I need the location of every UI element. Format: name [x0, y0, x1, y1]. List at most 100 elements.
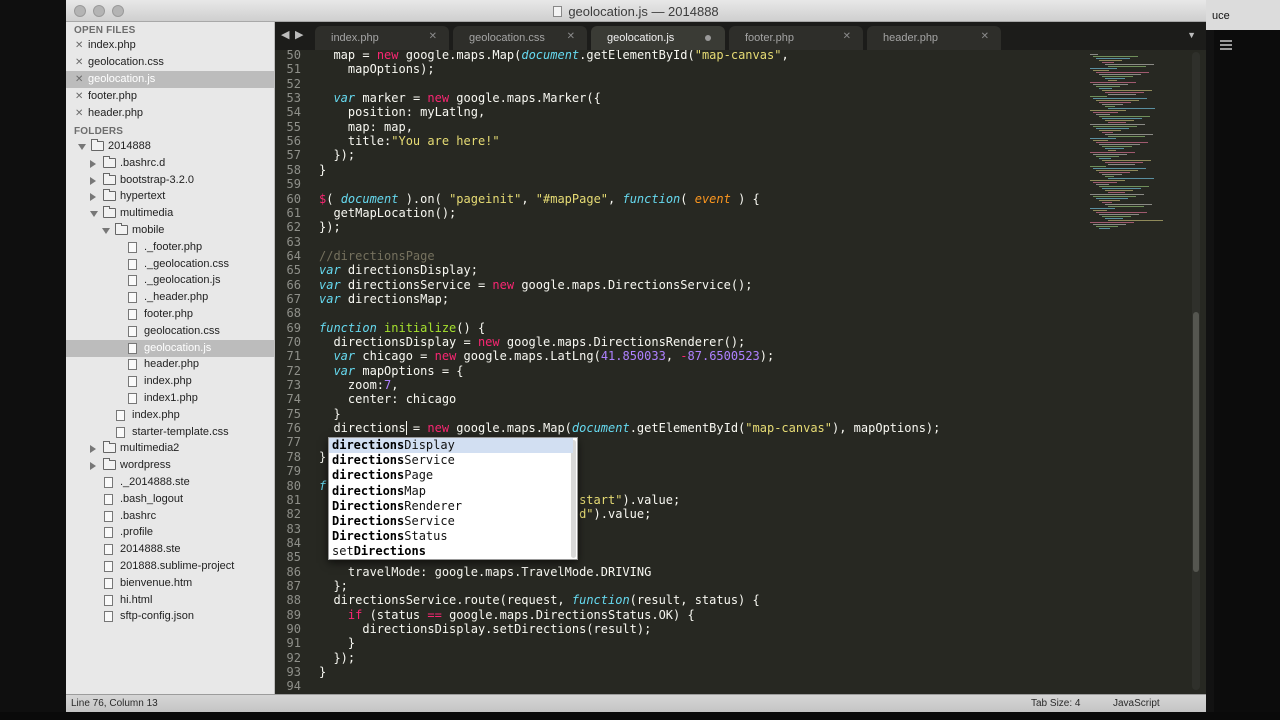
- code-line[interactable]: if (status == google.maps.DirectionsStat…: [319, 608, 695, 622]
- file-item[interactable]: 201888.sublime-project: [66, 558, 274, 575]
- open-file-item[interactable]: ✕ geolocation.css: [66, 54, 274, 71]
- disclosure-arrow-icon[interactable]: [90, 445, 96, 454]
- open-file-item[interactable]: ✕ header.php: [66, 105, 274, 122]
- disclosure-arrow-icon[interactable]: [102, 228, 110, 234]
- code-line[interactable]: f: [319, 479, 326, 493]
- code-line[interactable]: directions = new google.maps.Map(documen…: [319, 421, 940, 435]
- file-item[interactable]: hi.html: [66, 592, 274, 609]
- autocomplete-popup[interactable]: directionsDisplay directionsService direct…: [328, 437, 578, 560]
- folder-item[interactable]: mobile: [66, 222, 274, 239]
- code-line[interactable]: };: [319, 579, 347, 593]
- autocomplete-item[interactable]: DirectionsStatus: [329, 529, 573, 544]
- open-file-item[interactable]: ✕ index.php: [66, 37, 274, 54]
- disclosure-arrow-icon[interactable]: [90, 159, 96, 168]
- close-icon[interactable]: ✕: [75, 88, 83, 105]
- file-item[interactable]: geolocation.css: [66, 323, 274, 340]
- tab-geolocation-css[interactable]: geolocation.css ✕: [453, 26, 587, 50]
- disclosure-arrow-icon[interactable]: [90, 211, 98, 218]
- code-line[interactable]: }: [319, 636, 355, 650]
- file-item[interactable]: geolocation.js: [66, 339, 274, 357]
- file-item[interactable]: footer.php: [66, 306, 274, 323]
- file-item[interactable]: ._header.php: [66, 289, 274, 306]
- code-line[interactable]: zoom:7,: [319, 378, 399, 392]
- file-item[interactable]: index.php: [66, 407, 274, 424]
- code-line[interactable]: }: [319, 163, 326, 177]
- syntax-selector[interactable]: JavaScript: [1113, 698, 1160, 709]
- folder-item[interactable]: bootstrap-3.2.0: [66, 172, 274, 189]
- folder-item[interactable]: hypertext: [66, 188, 274, 205]
- close-icon[interactable]: ✕: [567, 31, 575, 42]
- tab-index-php[interactable]: index.php ✕: [315, 26, 449, 50]
- scrollbar-thumb[interactable]: [1193, 312, 1199, 572]
- autocomplete-item[interactable]: directionsPage: [329, 468, 573, 483]
- code-line[interactable]: var directionsDisplay;: [319, 263, 478, 277]
- autocomplete-item[interactable]: DirectionsService: [329, 514, 573, 529]
- file-item[interactable]: ._geolocation.css: [66, 256, 274, 273]
- tab-footer-php[interactable]: footer.php ✕: [729, 26, 863, 50]
- code-line[interactable]: title:"You are here!": [319, 134, 500, 148]
- title-bar[interactable]: geolocation.js — 2014888: [66, 0, 1206, 22]
- file-item[interactable]: header.php: [66, 356, 274, 373]
- code-line[interactable]: });: [319, 651, 355, 665]
- disclosure-arrow-icon[interactable]: [90, 462, 96, 471]
- close-icon[interactable]: ✕: [843, 31, 851, 42]
- autocomplete-item[interactable]: DirectionsRenderer: [329, 499, 573, 514]
- unsaved-dot-icon[interactable]: [705, 35, 711, 41]
- tab-scroll-right-icon[interactable]: ▶: [295, 28, 303, 41]
- folder-item[interactable]: multimedia2: [66, 440, 274, 457]
- code-line[interactable]: directionsDisplay.setDirections(result);: [319, 622, 651, 636]
- file-item[interactable]: .profile: [66, 524, 274, 541]
- file-item[interactable]: index1.php: [66, 390, 274, 407]
- code-line[interactable]: var directionsService = new google.maps.…: [319, 278, 753, 292]
- code-line[interactable]: var mapOptions = {: [319, 364, 463, 378]
- file-item[interactable]: ._footer.php: [66, 239, 274, 256]
- code-line[interactable]: travelMode: google.maps.TravelMode.DRIVI…: [319, 565, 651, 579]
- code-editor[interactable]: 50 map = new google.maps.Map(document.ge…: [275, 50, 1206, 694]
- code-line[interactable]: });: [319, 220, 341, 234]
- code-line[interactable]: var directionsMap;: [319, 292, 449, 306]
- code-line[interactable]: });: [319, 148, 355, 162]
- autocomplete-item[interactable]: directionsDisplay: [329, 438, 573, 453]
- code-line[interactable]: map = new google.maps.Map(document.getEl…: [319, 50, 788, 62]
- file-item[interactable]: bienvenue.htm: [66, 575, 274, 592]
- file-item[interactable]: ._geolocation.js: [66, 272, 274, 289]
- folder-item[interactable]: .bashrc.d: [66, 155, 274, 172]
- code-line[interactable]: $( document ).on( "pageinit", "#mapPage"…: [319, 192, 760, 206]
- close-icon[interactable]: ✕: [75, 71, 83, 88]
- tab-scroll-left-icon[interactable]: ◀: [281, 28, 289, 41]
- file-item[interactable]: .bash_logout: [66, 491, 274, 508]
- editor-scrollbar[interactable]: [1192, 52, 1200, 690]
- file-item[interactable]: sftp-config.json: [66, 608, 274, 625]
- code-line[interactable]: center: chicago: [319, 392, 456, 406]
- code-line[interactable]: }: [319, 450, 326, 464]
- tab-geolocation-js[interactable]: geolocation.js: [591, 26, 725, 50]
- file-item[interactable]: starter-template.css: [66, 424, 274, 441]
- tab-list-chevron-down-icon[interactable]: ▼: [1187, 30, 1196, 40]
- code-line[interactable]: function initialize() {: [319, 321, 485, 335]
- folder-item[interactable]: wordpress: [66, 457, 274, 474]
- file-item[interactable]: ._2014888.ste: [66, 474, 274, 491]
- close-icon[interactable]: ✕: [429, 31, 437, 42]
- minimap[interactable]: [1088, 50, 1174, 230]
- file-item[interactable]: 2014888.ste: [66, 541, 274, 558]
- tab-header-php[interactable]: header.php ✕: [867, 26, 1001, 50]
- code-line[interactable]: position: myLatlng,: [319, 105, 485, 119]
- autocomplete-item[interactable]: directionsMap: [329, 484, 573, 499]
- file-item[interactable]: index.php: [66, 373, 274, 390]
- close-icon[interactable]: ✕: [75, 37, 83, 54]
- disclosure-arrow-icon[interactable]: [90, 193, 96, 202]
- folder-item[interactable]: multimedia: [66, 205, 274, 222]
- code-line[interactable]: map: map,: [319, 120, 413, 134]
- file-item[interactable]: .bashrc: [66, 508, 274, 525]
- autocomplete-item[interactable]: setDirections: [329, 544, 573, 559]
- code-line[interactable]: }: [319, 665, 326, 679]
- close-icon[interactable]: ✕: [981, 31, 989, 42]
- close-icon[interactable]: ✕: [75, 54, 83, 71]
- open-file-item[interactable]: ✕ footer.php: [66, 88, 274, 105]
- tab-size-button[interactable]: Tab Size: 4: [1031, 698, 1080, 709]
- code-line[interactable]: getMapLocation();: [319, 206, 456, 220]
- code-line[interactable]: var chicago = new google.maps.LatLng(41.…: [319, 349, 774, 363]
- open-file-item[interactable]: ✕ geolocation.js: [66, 71, 274, 88]
- code-line[interactable]: }: [319, 407, 340, 421]
- hamburger-menu-icon[interactable]: [1220, 40, 1232, 50]
